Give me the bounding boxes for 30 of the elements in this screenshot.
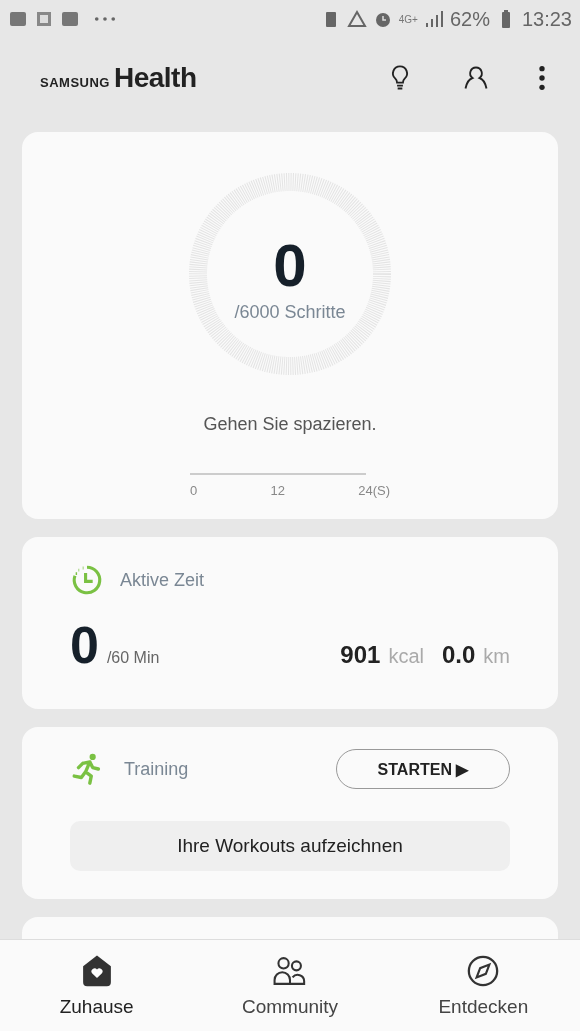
record-workouts-button[interactable]: Ihre Workouts aufzeichnen xyxy=(70,821,510,871)
card-title: Training xyxy=(124,758,189,780)
stopwatch-icon xyxy=(70,563,104,597)
time-axis-label: 12 xyxy=(270,483,285,498)
step-message: Gehen Sie spazieren. xyxy=(203,414,377,435)
active-goal: /60 Min xyxy=(106,649,160,667)
start-button[interactable]: STARTEN ▶ xyxy=(336,749,510,789)
step-goal: /6000 Schritte xyxy=(234,301,346,323)
active-minutes: 0 xyxy=(70,615,99,675)
more-options-icon[interactable] xyxy=(538,64,546,92)
calories-value: 901 xyxy=(340,641,381,669)
time-axis-label: 0 xyxy=(190,483,198,498)
nav-tab[interactable]: Zuhause xyxy=(21,953,172,1018)
app-title: Health xyxy=(113,62,197,94)
card-title: Aktive Zeit xyxy=(120,569,205,591)
network-type: 4G+ xyxy=(398,13,418,25)
clock: 13:23 xyxy=(521,7,572,31)
steps-card[interactable]: 0 /6000 Schritte Gehen Sie spazieren. 0 12 24(S) xyxy=(22,132,558,519)
brand-logo-text: SAMSUNG xyxy=(40,75,110,90)
time-axis-label: 24(S) xyxy=(358,483,390,498)
more-notifications-icon xyxy=(94,16,116,22)
nav-tab[interactable]: Community xyxy=(215,953,365,1018)
step-count: 0 xyxy=(273,235,307,296)
distance-value: 0.0 xyxy=(441,641,476,669)
calories-unit: kcal xyxy=(388,645,424,668)
active-time-card[interactable]: Aktive Zeit 0/60 Min 901 kcal 0.0 km xyxy=(22,537,558,709)
signal-icon xyxy=(423,9,444,29)
nav-tab[interactable]: Entdecken xyxy=(408,953,559,1018)
distance-unit: km xyxy=(483,645,510,668)
battery-percentage: 62% xyxy=(449,7,490,31)
